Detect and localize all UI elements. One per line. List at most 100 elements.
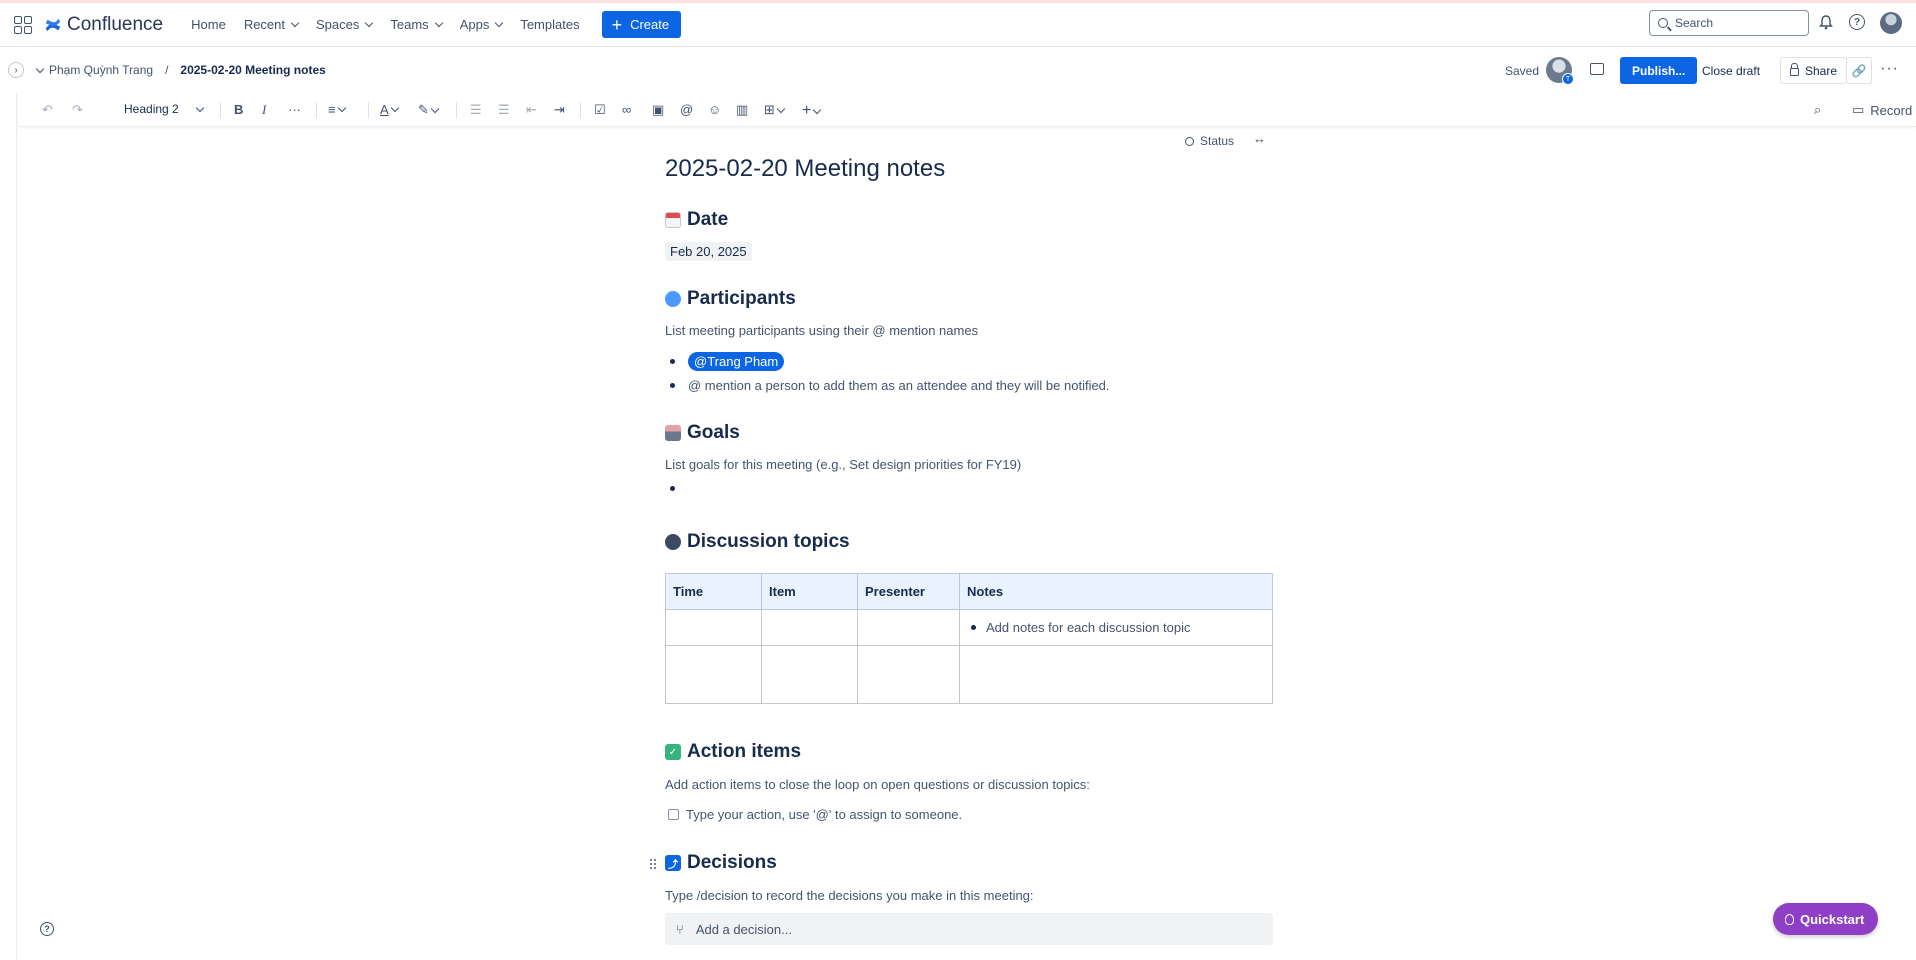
action-item-icon[interactable]: ☑ [594,102,606,118]
expand-sidebar-button[interactable]: › [8,62,24,78]
numbered-list-icon[interactable]: ☰ [498,102,510,118]
list-item[interactable]: @Trang Pham [670,352,785,371]
logo-text: Confluence [67,13,164,35]
table-icon[interactable]: ⊞ [764,102,786,118]
goals-hint[interactable]: List goals for this meeting (e.g., Set d… [665,457,1021,472]
collaborator-avatar[interactable]: T [1546,57,1574,85]
more-actions-icon[interactable]: ··· [1880,60,1899,78]
decision-input[interactable]: ⑂ Add a decision... [665,913,1273,945]
action-items-hint[interactable]: Add action items to close the loop on op… [665,777,1090,792]
nav-recent[interactable]: Recent [244,17,300,32]
link-icon[interactable]: ∞ [622,102,631,117]
table-cell[interactable] [959,645,1273,704]
table-header-notes[interactable]: Notes [959,573,1273,610]
participants-hint[interactable]: List meeting participants using their @ … [665,323,978,338]
app-switcher-icon[interactable] [14,15,32,34]
decisions-heading[interactable]: ⤴ Decisions [665,852,777,874]
alignment-icon[interactable]: ≡ [328,102,346,117]
nav-templates[interactable]: Templates [520,17,579,32]
user-avatar[interactable] [1880,12,1902,34]
quickstart-button[interactable]: Quickstart [1773,903,1879,935]
decisions-hint[interactable]: Type /decision to record the decisions y… [665,888,1034,903]
decisions-heading-text: Decisions [687,852,777,873]
action-item[interactable]: Type your action, use '@' to assign to s… [668,807,962,822]
goals-heading[interactable]: Goals [665,422,740,444]
task-placeholder: Type your action, use '@' to assign to s… [686,807,963,822]
insert-more-icon[interactable]: + [802,102,822,120]
nav-teams[interactable]: Teams [390,17,443,32]
comment-icon[interactable] [1590,63,1604,75]
mention-icon[interactable]: @ [680,102,693,117]
participants-heading[interactable]: Participants [665,288,796,310]
status-button[interactable]: Status [1185,134,1234,148]
user-mention[interactable]: @Trang Pham [688,352,785,371]
list-item[interactable]: @ mention a person to add them as an att… [670,378,1110,393]
close-draft-button[interactable]: Close draft [1702,64,1760,78]
breadcrumb-space[interactable]: Phạm Quỳnh Trang [49,63,153,77]
emoji-icon[interactable]: ☺ [708,102,721,117]
check-mark-icon: ✓ [665,744,681,760]
highlight-icon[interactable]: ✎ [418,102,440,118]
text-style-dropdown[interactable]: Heading 2 [124,102,204,116]
find-icon[interactable]: ⌕ [1814,102,1821,118]
nav-apps[interactable]: Apps [460,17,504,32]
date-heading-text: Date [687,209,729,230]
image-icon[interactable]: ▣ [652,102,664,118]
record-button[interactable]: ▭ Record [1852,102,1912,118]
table-cell[interactable] [857,609,960,646]
table-header-item[interactable]: Item [761,573,858,610]
publish-button[interactable]: Publish... [1620,57,1698,84]
table-cell[interactable] [761,609,858,646]
date-chip[interactable]: Feb 20, 2025 [665,242,752,261]
table-cell[interactable] [665,645,762,704]
help-icon[interactable]: ? [1849,14,1865,30]
chevron-down-icon [434,18,443,28]
table-cell[interactable] [761,645,858,704]
drag-handle-icon[interactable] [649,858,657,870]
text-style-label: Heading 2 [124,102,179,116]
chevron-down-icon [430,104,440,113]
action-items-heading[interactable]: ✓ Action items [665,741,801,763]
breadcrumb: Phạm Quỳnh Trang / 2025-02-20 Meeting no… [34,63,326,77]
layout-icon[interactable]: ▥ [736,102,748,118]
table-cell[interactable]: Add notes for each discussion topic [959,609,1273,646]
table-cell[interactable] [665,609,762,646]
top-navigation: Confluence Home Recent Spaces Teams Apps… [0,0,1916,47]
bold-icon[interactable]: B [234,102,243,117]
share-button[interactable]: Share [1780,57,1848,84]
breadcrumb-current-page[interactable]: 2025-02-20 Meeting notes [180,63,325,77]
indent-icon[interactable]: ⇥ [554,102,565,118]
status-icon [1185,136,1194,146]
discussion-heading[interactable]: Discussion topics [665,531,850,553]
outdent-icon[interactable]: ⇤ [526,102,537,118]
notifications-bell-icon[interactable] [1818,14,1834,30]
italic-icon[interactable]: I [262,102,266,118]
undo-icon[interactable]: ↶ [42,102,53,118]
table-header-time[interactable]: Time [665,573,762,610]
nav-teams-label: Teams [390,17,429,32]
redo-icon[interactable]: ↷ [72,102,83,118]
table-header-presenter[interactable]: Presenter [857,573,960,610]
text-color-icon[interactable]: A [380,102,399,117]
goals-heading-text: Goals [687,422,740,443]
speaking-head-icon [665,534,681,550]
lock-icon [1790,63,1799,76]
page-width-toggle-icon[interactable]: ↔ [1253,131,1266,146]
nav-home[interactable]: Home [191,17,226,32]
confluence-logo[interactable]: Confluence [44,14,163,36]
bullet-list-icon[interactable]: ☰ [470,102,482,118]
copy-link-button[interactable]: 🔗 [1846,57,1872,84]
nav-home-label: Home [191,17,226,32]
page-title[interactable]: 2025-02-20 Meeting notes [665,155,945,183]
search-input[interactable]: Search [1649,10,1809,36]
create-button[interactable]: + Create [601,11,682,38]
task-checkbox[interactable] [668,809,679,820]
chevron-down-icon[interactable] [35,64,45,73]
nav-spaces[interactable]: Spaces [316,17,374,32]
table-cell[interactable] [857,645,960,704]
help-icon[interactable]: ? [40,922,54,936]
date-heading[interactable]: Date [665,209,728,231]
more-formatting-icon[interactable]: ··· [288,102,301,117]
list-item[interactable] [670,486,688,491]
quickstart-label: Quickstart [1800,911,1865,927]
